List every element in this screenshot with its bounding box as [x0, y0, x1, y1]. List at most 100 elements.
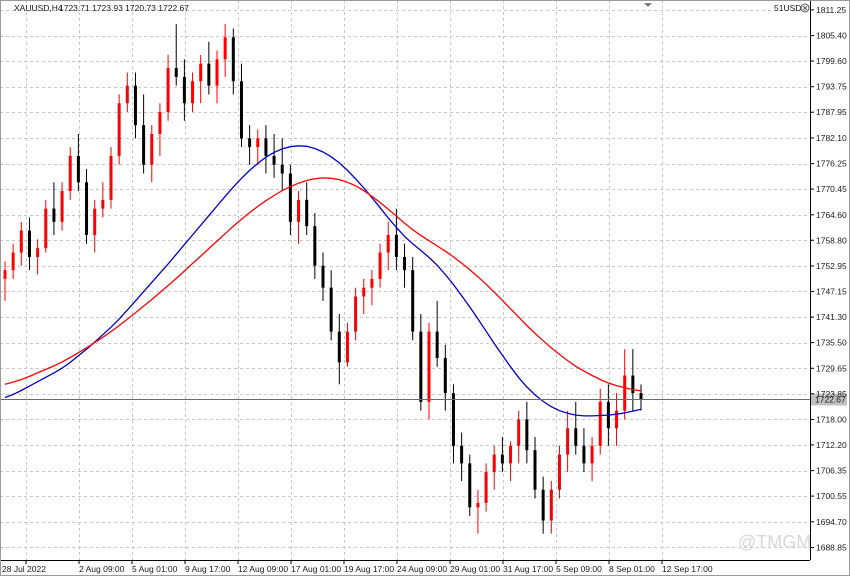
candle-body	[207, 63, 211, 86]
candle-13	[109, 147, 113, 209]
candle-body	[525, 419, 529, 451]
candle-body	[76, 155, 80, 183]
candle-body	[182, 76, 186, 104]
ytick-label-12: 1741.30	[816, 312, 847, 322]
candle-body	[582, 445, 586, 464]
xtick-label-12: 12 Sep 17:00	[662, 564, 713, 574]
candle-body	[623, 375, 627, 411]
candlestick-chart[interactable]: 1722.67 1811.25 1805.40 1799.60 1793.75 1787…	[0, 0, 850, 576]
candle-body	[590, 445, 594, 464]
ytick-label-14: 1729.65	[816, 363, 847, 373]
candle-body	[36, 248, 40, 257]
candle-body	[362, 287, 366, 297]
candle-body	[19, 230, 23, 253]
ohlc-readout: 1723.71 1723.93 1720.73 1722.67	[59, 3, 189, 13]
candle-body	[484, 472, 488, 503]
xtick-label-0: 28 Jul 2022	[2, 564, 46, 574]
candle-body	[52, 208, 56, 222]
candle-body	[117, 103, 121, 156]
xtick-label-9: 31 Aug 17:00	[503, 564, 553, 574]
candle-body	[345, 331, 349, 363]
candle-body	[125, 85, 129, 104]
candle-body	[248, 138, 252, 148]
candle-body	[549, 489, 553, 521]
watermark: @TMGM	[738, 532, 811, 552]
candle-body	[166, 68, 170, 112]
candle-body	[11, 252, 15, 271]
candle-body	[574, 428, 578, 446]
ytick-label-16: 1718.00	[816, 414, 847, 424]
ytick-label-20: 1694.70	[816, 517, 847, 527]
ytick-label-11: 1747.15	[816, 286, 847, 296]
candle-body	[27, 230, 31, 257]
xtick-label-8: 29 Aug 01:00	[450, 564, 500, 574]
xtick-label-7: 24 Aug 09:00	[397, 564, 447, 574]
ytick-label-19: 1700.55	[816, 491, 847, 501]
ytick-label-3: 1793.75	[816, 82, 847, 92]
chart-canvas[interactable]: 1722.67 1811.251805.401799.601793.751787…	[0, 0, 850, 576]
candle-body	[443, 357, 447, 394]
candle-body	[101, 199, 105, 209]
candle-57	[468, 454, 472, 517]
ytick-label-9: 1758.80	[816, 235, 847, 245]
candle-body	[598, 401, 602, 446]
ytick-label-21: 1688.85	[816, 542, 847, 552]
candle-body	[93, 208, 97, 235]
ytick-label-2: 1799.60	[816, 56, 847, 66]
candle-body	[500, 454, 504, 464]
candle-body	[631, 375, 635, 394]
candle-body	[541, 489, 545, 521]
xtick-label-1: 2 Aug 09:00	[79, 564, 125, 574]
candle-body	[411, 270, 415, 332]
candle-body	[231, 37, 235, 82]
xtick-label-5: 17 Aug 01:00	[291, 564, 341, 574]
ytick-label-10: 1752.95	[816, 261, 847, 271]
candle-body	[272, 155, 276, 165]
chart-title: XAUUSD,H4	[14, 3, 63, 13]
candle-body	[288, 173, 292, 222]
ytick-label-7: 1770.45	[816, 184, 847, 194]
candle-body	[639, 393, 643, 399]
candle-body	[256, 138, 260, 148]
candle-body	[492, 454, 496, 473]
candle-body	[566, 428, 570, 455]
candle-14	[117, 94, 121, 165]
ytick-label-8: 1764.60	[816, 210, 847, 220]
indicator-label: 51USD	[774, 3, 801, 13]
candle-body	[133, 85, 137, 126]
candle-body	[109, 155, 113, 200]
candle-body	[297, 199, 301, 222]
xtick-label-4: 12 Aug 09:00	[238, 564, 288, 574]
candle-body	[451, 393, 455, 446]
ytick-label-6: 1776.25	[816, 159, 847, 169]
candle-body	[158, 112, 162, 134]
candle-body	[223, 37, 227, 60]
candle-body	[517, 419, 521, 446]
ytick-label-0: 1811.25	[816, 5, 846, 15]
candle-body	[509, 445, 513, 464]
candle-body	[305, 199, 309, 227]
candle-body	[435, 331, 439, 358]
candle-body	[419, 331, 423, 402]
xtick-label-10: 5 Sep 09:00	[556, 564, 602, 574]
candle-body	[476, 502, 480, 508]
candle-body	[460, 445, 464, 464]
ytick-label-4: 1787.95	[816, 107, 847, 117]
candle-body	[403, 256, 407, 271]
candle-body	[215, 59, 219, 86]
ytick-label-5: 1782.10	[816, 133, 847, 143]
ytick-label-15: 1723.85	[816, 389, 847, 399]
candle-body	[85, 182, 89, 235]
candle-body	[370, 278, 374, 288]
ytick-label-18: 1706.35	[816, 466, 847, 476]
ytick-label-17: 1712.20	[816, 440, 847, 450]
candle-body	[199, 63, 203, 82]
candle-body	[378, 252, 382, 279]
xtick-label-11: 8 Sep 01:00	[609, 564, 655, 574]
candle-body	[174, 68, 178, 77]
candle-body	[239, 81, 243, 139]
xtick-label-2: 5 Aug 01:00	[132, 564, 178, 574]
ytick-label-1: 1805.40	[816, 31, 847, 41]
xtick-label-6: 19 Aug 17:00	[344, 564, 394, 574]
candle-body	[150, 133, 154, 165]
